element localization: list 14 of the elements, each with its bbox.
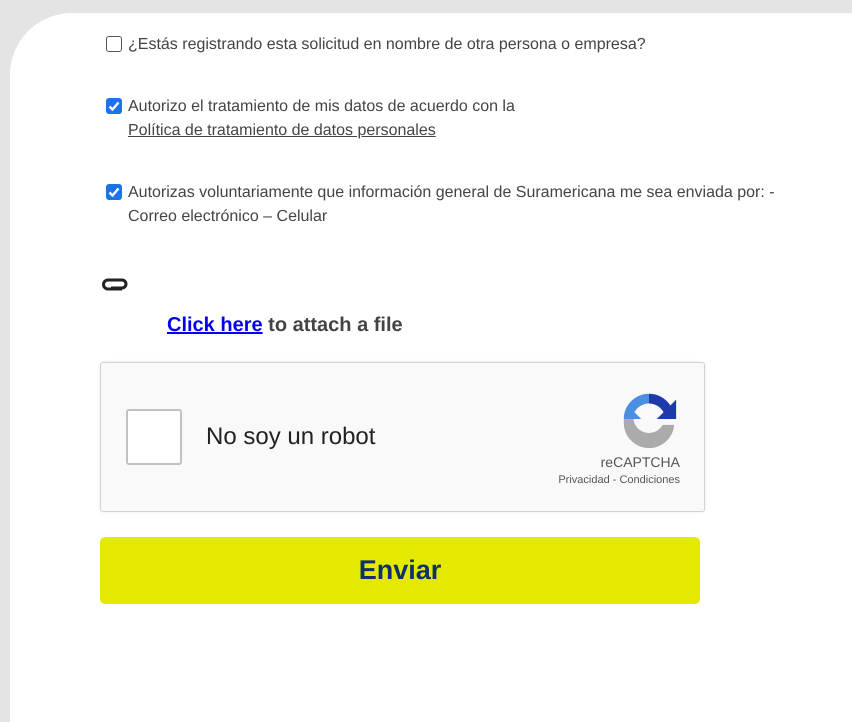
- attach-text: Click here to attach a file: [167, 314, 403, 337]
- captcha-label: No soy un robot: [206, 423, 376, 451]
- captcha-brand: reCAPTCHA: [600, 454, 680, 470]
- checkbox[interactable]: [106, 184, 122, 200]
- consent-text: Autorizas voluntariamente que información general de Suramericana me sea enviada por: -Correo electrónico – Celular: [128, 183, 776, 227]
- attach-link[interactable]: Click here: [167, 314, 263, 336]
- submit-button[interactable]: Enviar: [100, 537, 700, 604]
- consent-text: Autorizo el tratamiento de mis datos de acuerdo con la Política de tratamiento de datos personales: [128, 97, 516, 141]
- checkbox[interactable]: [106, 36, 122, 52]
- policy-link[interactable]: Política de tratamiento de datos personales: [128, 122, 436, 139]
- captcha-checkbox[interactable]: [126, 409, 182, 465]
- checkbox[interactable]: [106, 98, 122, 114]
- captcha-links[interactable]: Privacidad - Condiciones: [558, 474, 680, 486]
- consent-text: ¿Estás registrando esta solicitud en nombre de otra persona o empresa?: [128, 35, 647, 55]
